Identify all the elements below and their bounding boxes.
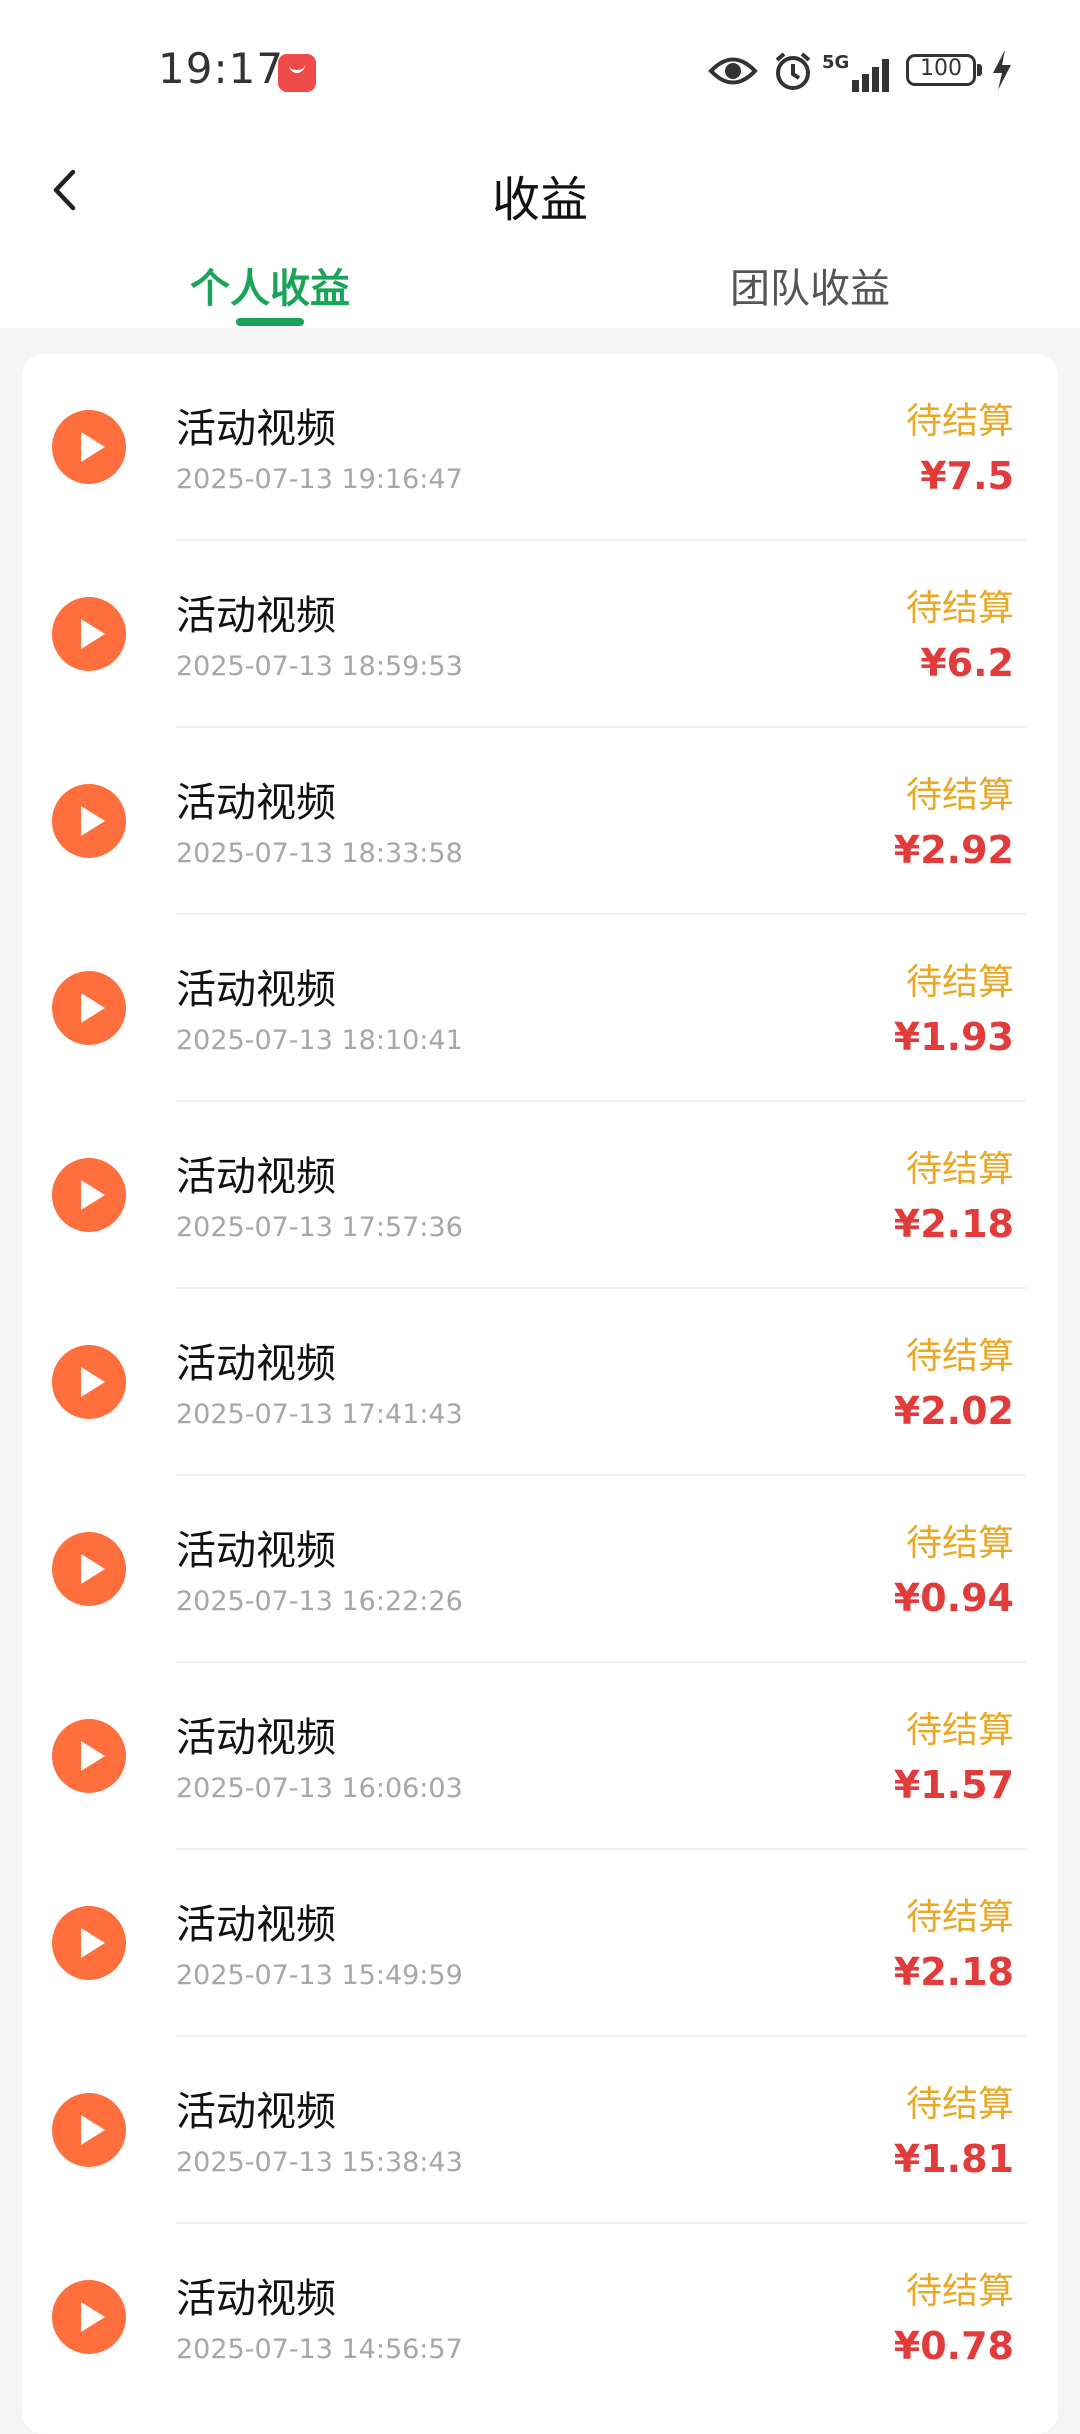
item-title: 活动视频 [176,1715,336,1761]
tab-team-earnings[interactable]: 团队收益 [540,256,1080,314]
play-icon [52,597,126,671]
item-status: 待结算 [905,401,1014,442]
item-status: 待结算 [905,2271,1014,2312]
active-tab-indicator [236,318,304,326]
list-item[interactable]: 活动视频 2025-07-13 17:57:36 待结算 ¥2.18 [22,1102,1058,1289]
list-item[interactable]: 活动视频 2025-07-13 17:41:43 待结算 ¥2.02 [22,1289,1058,1476]
item-title: 活动视频 [176,2276,336,2322]
item-title: 活动视频 [176,1902,336,1948]
status-time: 19:17 [158,44,285,93]
earnings-list: 活动视频 2025-07-13 19:16:47 待结算 ¥7.5 活动视频 2… [22,354,1058,2434]
status-icons: 5G 100 [708,48,1020,96]
battery-icon: 100 [906,54,984,90]
item-amount: ¥1.93 [893,1015,1014,1059]
item-time: 2025-07-13 18:59:53 [176,651,463,682]
item-amount: ¥1.81 [893,2137,1014,2181]
alarm-icon [775,52,811,90]
battery-level: 100 [920,56,962,81]
item-amount: ¥2.18 [893,1950,1014,1994]
item-time: 2025-07-13 16:22:26 [176,1586,463,1617]
item-status: 待结算 [905,962,1014,1003]
svg-text:5G: 5G [822,52,849,73]
top-area: 19:17 5G 100 收益 个人收益 团队收益 [0,0,1080,328]
play-icon [52,1345,126,1419]
title-bar: 收益 [0,140,1080,240]
list-item[interactable]: 活动视频 2025-07-13 15:49:59 待结算 ¥2.18 [22,1850,1058,2037]
item-time: 2025-07-13 15:49:59 [176,1960,463,1991]
item-title: 活动视频 [176,1154,336,1200]
tab-bar: 个人收益 团队收益 [0,240,1080,328]
item-time: 2025-07-13 15:38:43 [176,2147,463,2178]
play-icon [52,1719,126,1793]
play-icon [52,2280,126,2354]
item-status: 待结算 [905,1523,1014,1564]
signal-5g-icon: 5G [822,52,889,92]
item-time: 2025-07-13 14:56:57 [176,2334,463,2365]
play-icon [52,1906,126,1980]
item-amount: ¥2.02 [893,1389,1014,1433]
item-status: 待结算 [905,1149,1014,1190]
item-title: 活动视频 [176,406,336,452]
item-amount: ¥6.2 [920,641,1014,685]
eye-icon [708,57,758,85]
item-time: 2025-07-13 18:10:41 [176,1025,463,1056]
item-amount: ¥2.92 [893,828,1014,872]
item-title: 活动视频 [176,967,336,1013]
item-time: 2025-07-13 18:33:58 [176,838,463,869]
list-item[interactable]: 活动视频 2025-07-13 18:33:58 待结算 ¥2.92 [22,728,1058,915]
play-icon [52,1158,126,1232]
item-title: 活动视频 [176,1528,336,1574]
list-item[interactable]: 活动视频 2025-07-13 15:38:43 待结算 ¥1.81 [22,2037,1058,2224]
item-amount: ¥0.94 [893,1576,1014,1620]
item-title: 活动视频 [176,593,336,639]
charging-bolt-icon [993,50,1011,90]
item-time: 2025-07-13 16:06:03 [176,1773,463,1804]
list-item[interactable]: 活动视频 2025-07-13 16:06:03 待结算 ¥1.57 [22,1663,1058,1850]
list-item[interactable]: 活动视频 2025-07-13 14:56:57 待结算 ¥0.78 [22,2224,1058,2411]
item-title: 活动视频 [176,2089,336,2135]
list-item[interactable]: 活动视频 2025-07-13 18:59:53 待结算 ¥6.2 [22,541,1058,728]
item-time: 2025-07-13 19:16:47 [176,464,463,495]
item-amount: ¥2.18 [893,1202,1014,1246]
play-icon [52,784,126,858]
play-icon [52,410,126,484]
item-title: 活动视频 [176,780,336,826]
item-status: 待结算 [905,1710,1014,1751]
item-time: 2025-07-13 17:41:43 [176,1399,463,1430]
app-store-icon [278,54,316,92]
status-bar: 19:17 5G 100 [0,0,1080,140]
tab-personal-earnings[interactable]: 个人收益 [0,256,540,314]
item-status: 待结算 [905,1897,1014,1938]
item-status: 待结算 [905,2084,1014,2125]
play-icon [52,1532,126,1606]
page-title: 收益 [491,172,588,228]
list-item[interactable]: 活动视频 2025-07-13 19:16:47 待结算 ¥7.5 [22,354,1058,541]
item-title: 活动视频 [176,1341,336,1387]
list-item[interactable]: 活动视频 2025-07-13 16:22:26 待结算 ¥0.94 [22,1476,1058,1663]
item-time: 2025-07-13 17:57:36 [176,1212,463,1243]
item-amount: ¥7.5 [920,454,1014,498]
play-icon [52,971,126,1045]
list-item[interactable]: 活动视频 2025-07-13 18:10:41 待结算 ¥1.93 [22,915,1058,1102]
item-status: 待结算 [905,1336,1014,1377]
item-status: 待结算 [905,588,1014,629]
play-icon [52,2093,126,2167]
item-amount: ¥1.57 [893,1763,1014,1807]
item-status: 待结算 [905,775,1014,816]
item-amount: ¥0.78 [893,2324,1014,2368]
